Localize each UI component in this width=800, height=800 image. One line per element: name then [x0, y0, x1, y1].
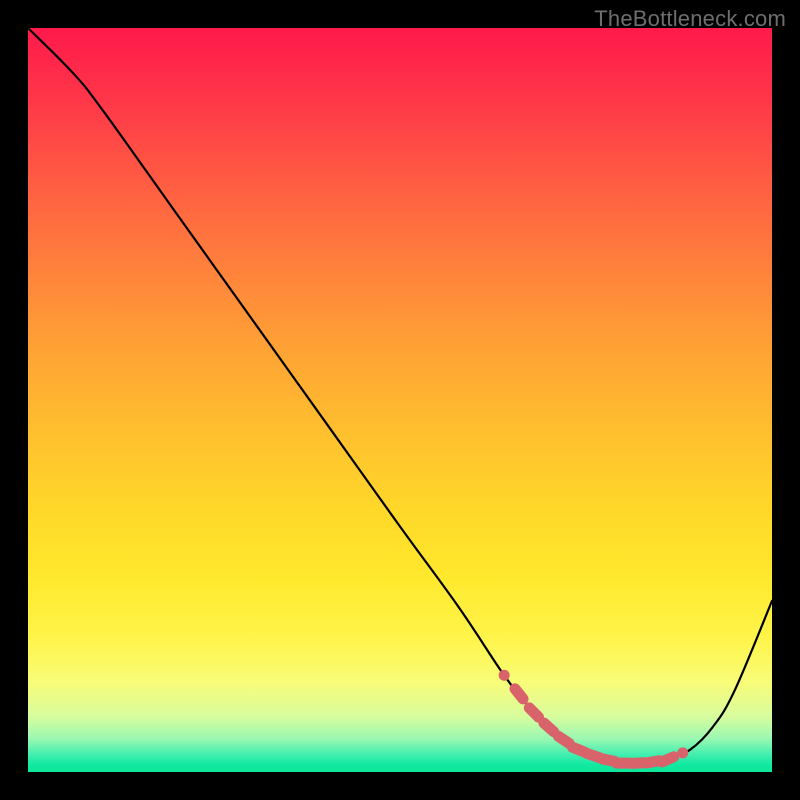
optimum-dot	[677, 747, 688, 758]
optimum-dot	[499, 670, 510, 681]
optimum-markers	[499, 670, 689, 764]
watermark-text: TheBottleneck.com	[594, 6, 786, 32]
optimum-tick	[515, 689, 523, 699]
optimum-tick	[662, 757, 674, 762]
curve-layer	[28, 28, 772, 772]
optimum-tick	[558, 736, 569, 743]
bottleneck-curve	[28, 28, 772, 764]
optimum-tick	[544, 723, 554, 732]
plot-area	[28, 28, 772, 772]
optimum-tick	[529, 708, 538, 717]
